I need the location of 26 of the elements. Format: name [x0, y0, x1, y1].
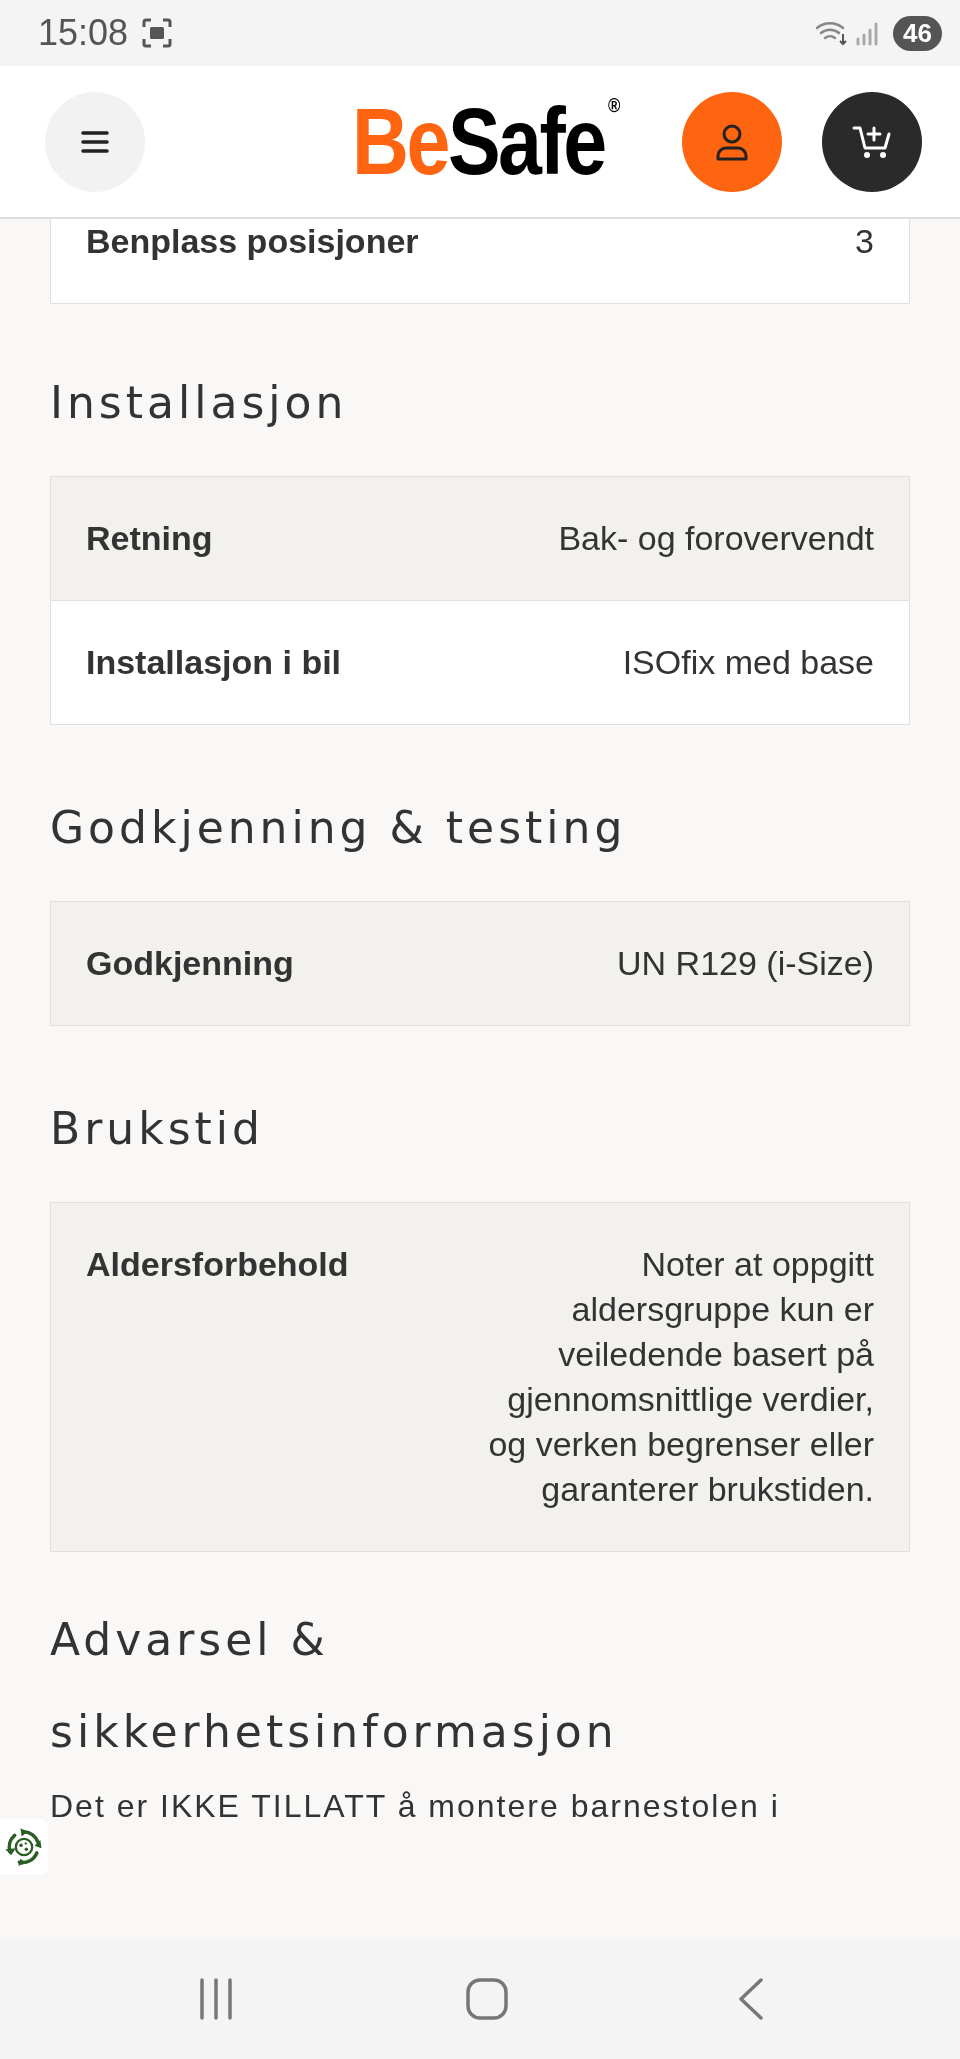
screenshot-icon [142, 18, 173, 48]
row-value: UN R129 (i-Size) [617, 943, 874, 984]
user-icon [715, 122, 749, 161]
row-label: Godkjenning [86, 943, 294, 984]
row-label: Aldersforbehold [86, 1244, 349, 1285]
row-value: ISOfix med base [622, 642, 874, 683]
menu-icon [80, 129, 110, 154]
eco-badge[interactable] [0, 1819, 48, 1875]
row-label: Retning [86, 518, 213, 559]
signal-icon [855, 20, 880, 46]
battery-indicator: 46 [893, 15, 942, 51]
back-icon[interactable] [738, 1978, 764, 2020]
section-heading: Brukstid [50, 1102, 265, 1156]
body-text: Det er IKKE TILLATT å montere barnestolen i [50, 1788, 781, 1825]
row-label: Installasjon i bil [86, 642, 342, 683]
home-icon[interactable] [466, 1978, 508, 2020]
besafe-logo[interactable]: BeSafe® [352, 88, 621, 196]
wifi-icon [815, 20, 850, 46]
clock: 15:08 [38, 12, 129, 54]
row-value: Bak- og forovervendt [558, 518, 874, 559]
section-heading: Installasjon [50, 376, 349, 430]
section-heading: Godkjenning & testing [50, 801, 628, 855]
section-heading: Advarsel & sikkerhetsinformasjon [50, 1613, 619, 1759]
row-label: Benplass posisjoner [86, 221, 419, 262]
row-value: Noter at oppgitt aldersgruppe kun er veiledende basert på gjennomsnittlige verdier, og verken begrenser eller garanterer brukstiden. [487, 1244, 874, 1510]
row-value: 3 [855, 221, 874, 262]
